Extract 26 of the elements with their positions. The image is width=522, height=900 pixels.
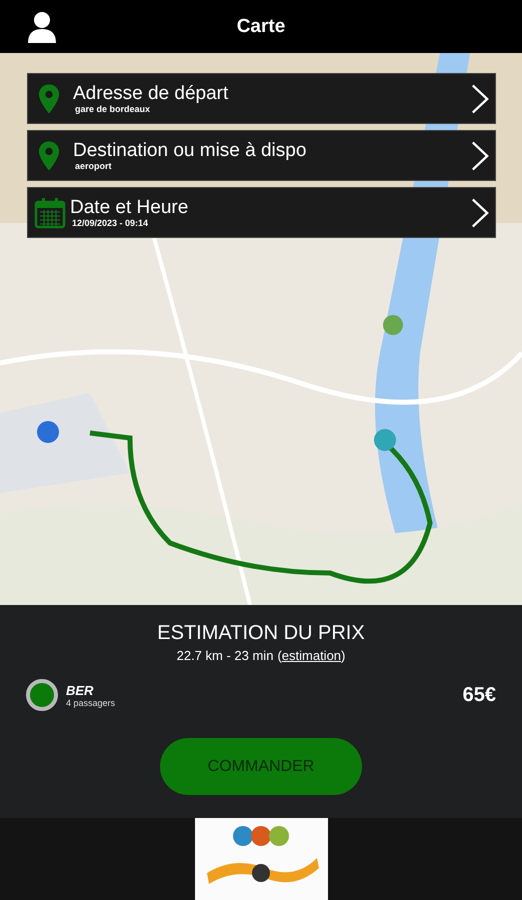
field-value: aeroport	[75, 161, 112, 171]
radio-button[interactable]	[26, 679, 58, 711]
calendar-icon	[34, 196, 66, 228]
vehicle-capacity: 4 passagers	[66, 698, 116, 708]
field-label: Date et Heure	[70, 197, 188, 218]
estimation-link[interactable]: estimation	[282, 648, 342, 663]
price: 65€	[462, 684, 496, 706]
screen-title: Carte	[236, 16, 286, 38]
trip-field[interactable]: Destination ou mise à dispo aeroport	[27, 130, 496, 181]
parenthesis-text: (	[277, 648, 282, 663]
user-icon[interactable]	[28, 10, 56, 42]
station-marker-icon[interactable]	[374, 429, 396, 451]
parenthesis-text: )	[341, 648, 346, 663]
trip-summary: 22.7 km - 23 min	[176, 648, 274, 663]
pin-icon	[38, 84, 60, 114]
field-value: 12/09/2023 - 09:14	[72, 218, 148, 228]
airport-marker-icon[interactable]	[37, 421, 59, 443]
trip-field[interactable]: Adresse de départ gare de bordeaux	[27, 73, 496, 124]
landmark-marker-icon[interactable]	[383, 315, 403, 335]
estimate-title: ESTIMATION DU PRIX	[157, 622, 365, 645]
field-label: Destination ou mise à dispo	[73, 140, 306, 161]
pin-icon	[38, 140, 60, 170]
vehicle-name: BER	[66, 682, 94, 698]
field-label: Adresse de départ	[73, 83, 228, 104]
trip-field[interactable]: Date et Heure 12/09/2023 - 09:14	[27, 187, 496, 238]
field-value: gare de bordeaux	[75, 104, 150, 114]
